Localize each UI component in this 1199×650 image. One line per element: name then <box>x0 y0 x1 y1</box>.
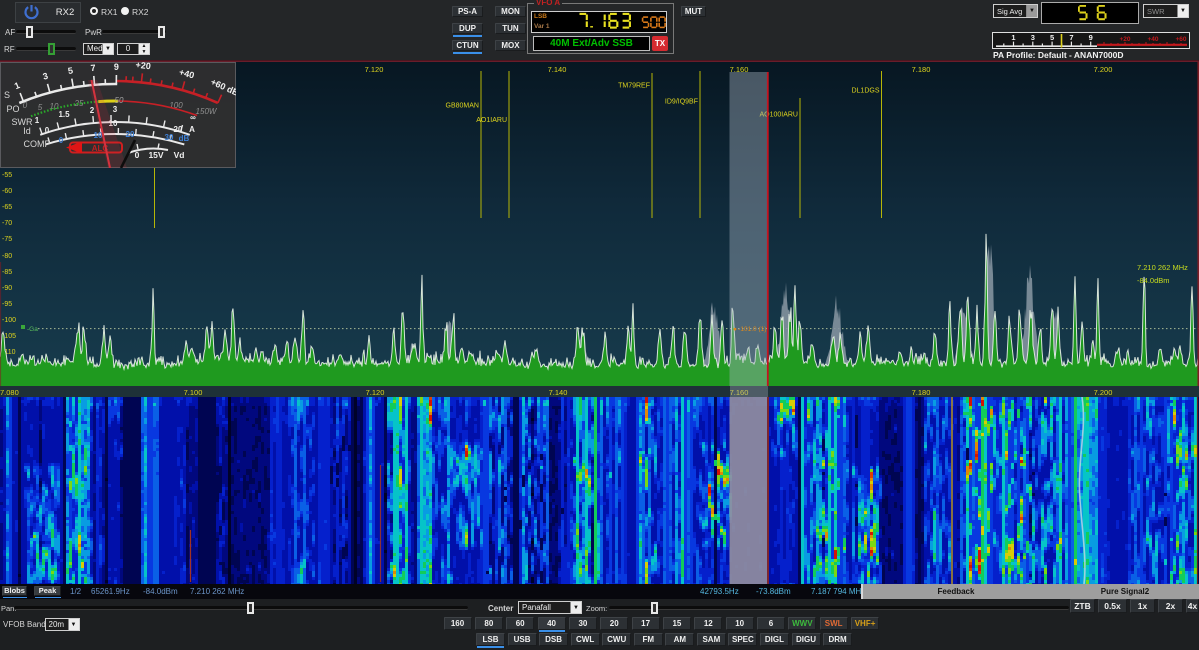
svg-text:● -101.0 (1): ● -101.0 (1) <box>733 326 766 333</box>
svg-text:-Ga: -Ga <box>27 326 38 333</box>
svg-text:TM79REF: TM79REF <box>618 83 650 90</box>
svg-text:S: S <box>4 90 10 100</box>
svg-text:-70: -70 <box>2 220 12 227</box>
svg-text:7.200: 7.200 <box>1094 65 1113 74</box>
svg-text:AO1IARU: AO1IARU <box>476 117 507 124</box>
svg-text:-85: -85 <box>2 269 12 276</box>
svg-text:Vd: Vd <box>174 150 185 160</box>
svg-text:5: 5 <box>1050 33 1054 42</box>
svg-text:3: 3 <box>113 105 118 114</box>
svg-text:0: 0 <box>23 101 28 110</box>
svg-text:50: 50 <box>115 96 124 105</box>
svg-text:dB: dB <box>179 134 190 143</box>
svg-text:A: A <box>189 125 195 134</box>
svg-text:9: 9 <box>114 62 119 72</box>
svg-text:+40: +40 <box>1147 36 1158 43</box>
svg-text:0: 0 <box>135 150 140 160</box>
svg-text:7: 7 <box>90 63 96 73</box>
svg-text:-55: -55 <box>2 172 12 179</box>
svg-text:7.180: 7.180 <box>912 65 931 74</box>
svg-text:-75: -75 <box>2 236 12 243</box>
svg-text:1: 1 <box>1011 33 1015 42</box>
svg-text:150W: 150W <box>196 107 218 116</box>
svg-text:-100: -100 <box>2 317 16 324</box>
svg-text:Id: Id <box>23 126 31 136</box>
svg-text:15V: 15V <box>148 150 163 160</box>
svg-text:-90: -90 <box>2 285 12 292</box>
svg-text:2: 2 <box>90 106 95 115</box>
svg-text:+60: +60 <box>1175 36 1186 43</box>
svg-text:PO: PO <box>6 104 19 114</box>
svg-text:-80: -80 <box>2 253 12 260</box>
svg-text:30: 30 <box>165 133 174 142</box>
svg-text:+20: +20 <box>1119 36 1130 43</box>
svg-text:-60: -60 <box>2 188 12 195</box>
svg-text:7: 7 <box>1069 33 1073 42</box>
svg-text:GB80MAN: GB80MAN <box>446 103 479 110</box>
svg-text:+20: +20 <box>135 62 151 71</box>
svg-text:3: 3 <box>1031 33 1035 42</box>
svg-text:COMP: COMP <box>24 139 51 149</box>
svg-text:5: 5 <box>38 103 43 112</box>
svg-text:7.140: 7.140 <box>548 65 567 74</box>
svg-text:7.210 262 MHz: 7.210 262 MHz <box>1137 263 1188 272</box>
svg-text:20: 20 <box>126 130 135 139</box>
svg-text:∞: ∞ <box>190 113 196 122</box>
svg-text:DL1DGS: DL1DGS <box>851 88 879 95</box>
svg-text:-84.0dBm: -84.0dBm <box>1137 276 1170 285</box>
svg-text:20: 20 <box>174 125 183 134</box>
svg-text:-65: -65 <box>2 204 12 211</box>
svg-text:7.120: 7.120 <box>365 65 384 74</box>
svg-text:1.5: 1.5 <box>58 110 70 119</box>
svg-text:1: 1 <box>35 116 40 125</box>
svg-text:9: 9 <box>1089 33 1093 42</box>
svg-text:ID9/IQ9BF: ID9/IQ9BF <box>665 99 698 106</box>
svg-text:0: 0 <box>45 126 50 135</box>
svg-text:25: 25 <box>74 99 84 108</box>
svg-text:0: 0 <box>59 136 64 145</box>
svg-text:-95: -95 <box>2 301 12 308</box>
